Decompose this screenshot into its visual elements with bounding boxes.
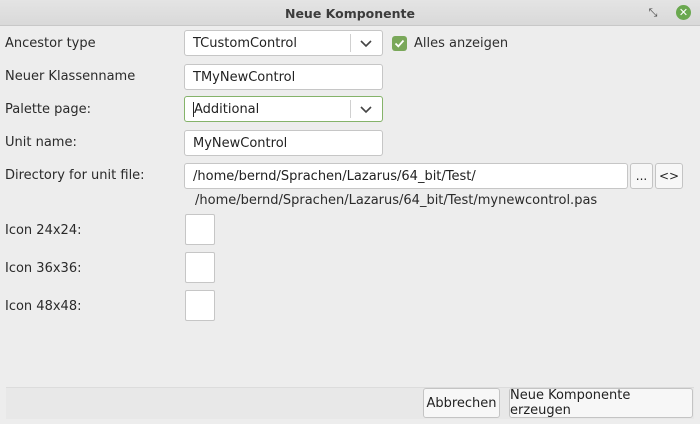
restore-icon[interactable]: ⤡	[645, 5, 661, 21]
create-component-button[interactable]: Neue Komponente erzeugen	[509, 388, 693, 418]
chevron-down-icon[interactable]	[358, 101, 374, 117]
show-all-label: Alles anzeigen	[414, 36, 509, 51]
ancestor-type-value: TCustomControl	[193, 35, 297, 51]
directory-input[interactable]: /home/bernd/Sprachen/Lazarus/64_bit/Test…	[184, 163, 628, 189]
unit-name-value: MyNewControl	[193, 135, 288, 151]
icon-36-label: Icon 36x36:	[5, 261, 82, 276]
icon-48-label: Icon 48x48:	[5, 299, 82, 314]
class-name-value: TMyNewControl	[193, 69, 296, 85]
class-name-input[interactable]: TMyNewControl	[184, 64, 383, 90]
ancestor-type-combo[interactable]: TCustomControl	[184, 30, 383, 56]
palette-page-label: Palette page:	[5, 102, 92, 117]
swap-button[interactable]: <>	[655, 163, 683, 189]
icon-48-button[interactable]	[185, 290, 215, 321]
icon-24-button[interactable]	[185, 214, 215, 245]
check-icon	[394, 39, 405, 48]
unit-file-path: /home/bernd/Sprachen/Lazarus/64_bit/Test…	[195, 193, 598, 208]
browse-button[interactable]: ...	[630, 163, 653, 189]
icon-24-label: Icon 24x24:	[5, 223, 82, 238]
palette-page-value: Additional	[194, 101, 260, 117]
palette-page-combo[interactable]: Additional	[184, 96, 383, 122]
directory-value: /home/bernd/Sprachen/Lazarus/64_bit/Test…	[193, 168, 476, 184]
directory-label: Directory for unit file:	[5, 168, 145, 183]
unit-name-label: Unit name:	[5, 135, 77, 150]
show-all-checkbox[interactable]	[392, 36, 407, 51]
window-title: Neue Komponente	[284, 6, 415, 21]
chevron-down-icon[interactable]	[358, 35, 374, 51]
title-bar: Neue Komponente ⤡ ✕	[0, 0, 700, 26]
icon-36-button[interactable]	[185, 252, 215, 283]
unit-name-input[interactable]: MyNewControl	[184, 130, 383, 156]
cancel-button[interactable]: Abbrechen	[423, 388, 500, 418]
ancestor-type-label: Ancestor type	[5, 36, 96, 51]
class-name-label: Neuer Klassenname	[5, 69, 136, 84]
close-icon[interactable]: ✕	[676, 5, 691, 20]
